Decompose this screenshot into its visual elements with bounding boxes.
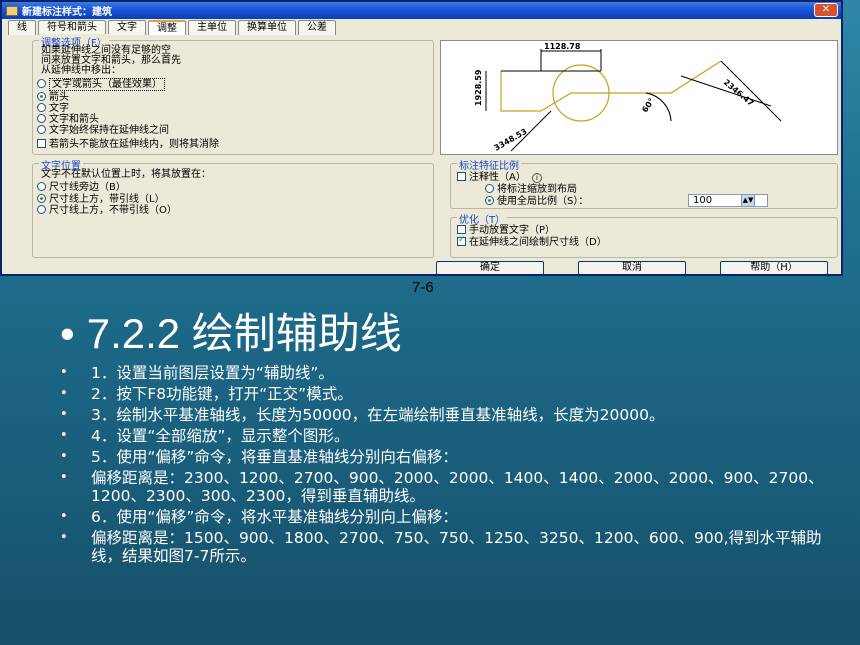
tab-tolerances[interactable]: 公差 <box>298 20 336 35</box>
scale-title: 标注特征比例 <box>457 157 521 172</box>
list-item: • 偏移距离是：1500、900、1800、2700、750、750、1250、3… <box>60 529 822 565</box>
radio-button[interactable] <box>37 103 46 112</box>
preview-pane: 1128.78 1928.59 2346.47 3348.53 60° <box>440 40 838 155</box>
fit-options-group: 调整选项（F） 如果延伸线之间没有足够的空 间来放置文字和箭头，那么首先 从延伸… <box>32 34 434 155</box>
help-button[interactable]: 帮助（H） <box>720 261 828 274</box>
radio-button[interactable] <box>485 184 494 193</box>
scale-group: 标注特征比例 注释性（A） i 将标注缩放到布局 使用全局比例（S）： 100 … <box>450 157 838 209</box>
scale-radio-global[interactable]: 使用全局比例（S）： <box>485 196 588 207</box>
tab-primary-units[interactable]: 主单位 <box>188 20 236 35</box>
draw-dim-line-checkbox[interactable]: 在延伸线之间绘制尺寸线（D） <box>457 235 607 248</box>
heading-text: 7.2.2 绘制辅助线 <box>86 310 402 357</box>
tab-alternate-units[interactable]: 换算单位 <box>238 20 296 35</box>
bullet-marker: • <box>60 470 68 485</box>
preview-dim-bottom: 3348.53 <box>493 127 529 153</box>
tab-fit[interactable]: 调整 <box>148 20 186 35</box>
bullet-marker: • <box>60 365 68 380</box>
preview-dim-top: 1128.78 <box>544 42 581 51</box>
radio-button-selected[interactable] <box>37 194 46 203</box>
radio-button[interactable] <box>37 114 46 123</box>
bullet-list: • 1．设置当前图层设置为“辅助线”。 • 2．按下F8功能键，打开“正交”模式。 … <box>60 364 850 568</box>
fine-tuning-group: 优化（T） 手动放置文字（P） 在延伸线之间绘制尺寸线（D） <box>450 211 838 258</box>
tab-bar: 线 符号和箭头 文字 调整 主单位 换算单位 公差 <box>2 20 841 35</box>
list-item: • 5．使用“偏移”命令，将垂直基准轴线分别向右偏移： <box>60 448 458 466</box>
list-item: • 1．设置当前图层设置为“辅助线”。 <box>60 364 334 382</box>
scale-spinner-icon[interactable]: ▲▼ <box>741 194 755 207</box>
list-item: • 3．绘制水平基准轴线，长度为50000，在左端绘制垂直基准轴线，长度为2000… <box>60 406 665 424</box>
ok-button[interactable]: 确定 <box>436 261 544 274</box>
slide-heading: • 7.2.2 绘制辅助线 <box>60 306 402 362</box>
radio-button[interactable] <box>37 79 46 88</box>
checkbox[interactable] <box>37 139 46 148</box>
list-item: • 6．使用“偏移”命令，将水平基准轴线分别向上偏移： <box>60 508 458 526</box>
fine-tuning-title: 优化（T） <box>457 211 508 226</box>
annotative-checkbox[interactable]: 注释性（A） i <box>457 172 543 183</box>
bullet-marker: • <box>60 428 68 443</box>
dialog-titlebar: 新建标注样式：建筑 ✕ <box>2 2 841 19</box>
fit-radio-arrows[interactable]: 箭头 <box>37 92 69 103</box>
placement-radio-beside[interactable]: 尺寸线旁边（B） <box>37 182 126 193</box>
preview-outline <box>500 60 722 112</box>
placement-radio-over-leader[interactable]: 尺寸线上方，带引线（L） <box>37 194 165 205</box>
close-button[interactable]: ✕ <box>814 3 838 17</box>
dimension-preview-drawing: 1128.78 1928.59 2346.47 3348.53 60° <box>474 42 782 153</box>
tab-lines[interactable]: 线 <box>8 20 36 35</box>
radio-button[interactable] <box>37 125 46 134</box>
global-scale-input[interactable]: 100 <box>688 194 768 207</box>
fit-radio-text-between[interactable]: 文字始终保持在延伸线之间 <box>37 125 169 136</box>
bullet-marker: • <box>60 530 68 545</box>
tab-text[interactable]: 文字 <box>108 20 146 35</box>
preview-dim-right: 2346.47 <box>722 78 756 108</box>
text-placement-group: 文字位置 文字不在默认位置上时，将其放置在： 尺寸线旁边（B） 尺寸线上方，带引… <box>32 157 434 258</box>
info-icon[interactable]: i <box>532 173 543 183</box>
preview-dim-left: 1928.59 <box>474 69 483 106</box>
figure-caption: 7-6 <box>412 279 434 296</box>
placement-radio-over-no-leader[interactable]: 尺寸线上方，不带引线（O） <box>37 205 177 216</box>
list-item: • 偏移距离是：2300、1200、2700、900、2000、2000、1400… <box>60 469 824 505</box>
radio-button-selected[interactable] <box>37 92 46 101</box>
manual-placement-checkbox[interactable]: 手动放置文字（P） <box>457 225 555 236</box>
fit-description-line-3: 从延伸线中移出： <box>41 65 121 76</box>
app-icon <box>6 5 18 16</box>
radio-button[interactable] <box>37 182 46 191</box>
dialog-title: 新建标注样式：建筑 <box>22 7 112 18</box>
fit-radio-text-or-arrows[interactable]: 文字或箭头（最佳效果） <box>37 78 165 91</box>
list-item: • 2．按下F8功能键，打开“正交”模式。 <box>60 385 353 403</box>
preview-angle: 60° <box>640 97 656 115</box>
checkbox-checked[interactable] <box>457 235 466 246</box>
list-item: • 4．设置“全部缩放”，显示整个图形。 <box>60 427 350 445</box>
bullet-marker: • <box>60 407 68 422</box>
bullet-marker: • <box>60 449 68 464</box>
radio-button[interactable] <box>37 205 46 214</box>
bullet-marker: • <box>60 386 68 401</box>
tab-symbols-arrows[interactable]: 符号和箭头 <box>38 20 106 35</box>
dimension-style-dialog: 新建标注样式：建筑 ✕ 线 符号和箭头 文字 调整 主单位 换算单位 公差 调整… <box>0 0 843 276</box>
bullet-marker: • <box>60 509 68 524</box>
scale-radio-layout[interactable]: 将标注缩放到布局 <box>485 184 577 195</box>
cancel-button[interactable]: 取消 <box>578 261 686 274</box>
text-placement-description: 文字不在默认位置上时，将其放置在： <box>41 169 211 180</box>
heading-bullet: • <box>60 310 75 357</box>
fit-radio-text[interactable]: 文字 <box>37 103 69 114</box>
fit-radio-text-and-arrows[interactable]: 文字和箭头 <box>37 114 99 125</box>
checkbox[interactable] <box>457 225 466 234</box>
checkbox[interactable] <box>457 172 466 181</box>
suppress-arrows-checkbox[interactable]: 若箭头不能放在延伸线内，则将其消除 <box>37 139 219 150</box>
radio-button-selected[interactable] <box>485 196 494 205</box>
